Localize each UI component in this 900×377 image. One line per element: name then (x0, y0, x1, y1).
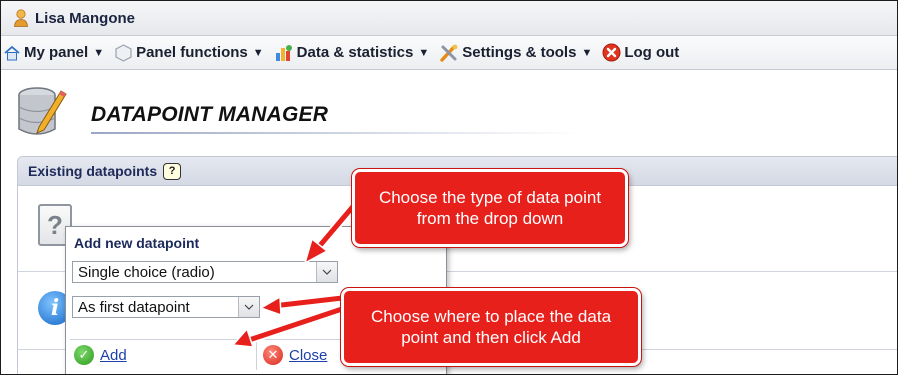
callout-position-hint: Choose where to place the data point and… (341, 288, 641, 366)
callout-type-hint: Choose the type of data point from the d… (352, 169, 628, 247)
app-window: Lisa Mangone My panel ▼ Panel functions … (0, 0, 898, 375)
